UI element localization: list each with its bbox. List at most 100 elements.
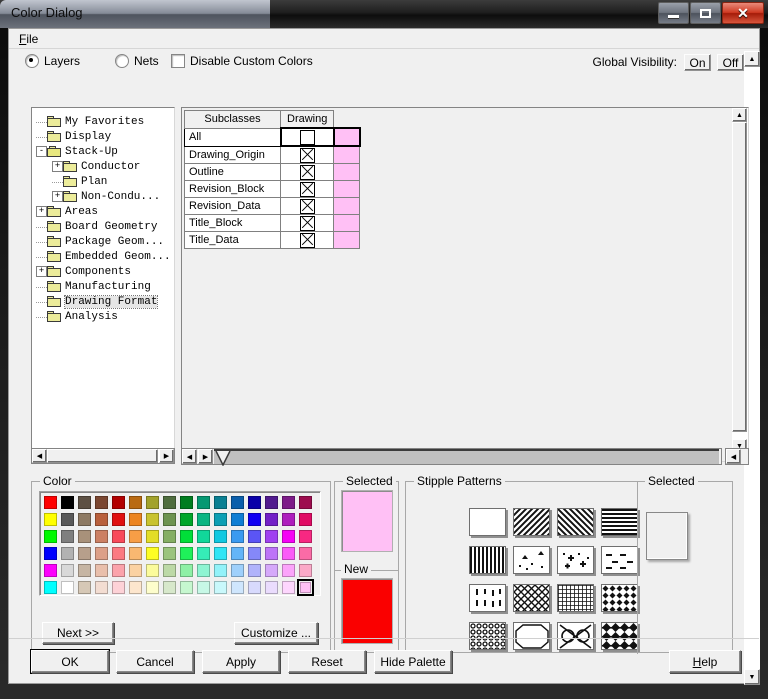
color-swatch-cell[interactable] — [334, 198, 360, 215]
stipple-horizontal-lines-icon[interactable] — [601, 508, 638, 536]
color-swatch-cell[interactable] — [334, 164, 360, 181]
palette-swatch[interactable] — [263, 562, 280, 579]
palette-swatch[interactable] — [161, 545, 178, 562]
palette-swatch[interactable] — [246, 511, 263, 528]
tree-scroll-right-arrow[interactable]: ▶ — [159, 449, 174, 463]
palette-swatch[interactable] — [246, 494, 263, 511]
stipple-diagonal-lines-left-icon[interactable] — [513, 508, 550, 536]
stipple-dashes-icon[interactable] — [601, 546, 638, 574]
palette-swatch[interactable] — [178, 545, 195, 562]
palette-swatch[interactable] — [263, 545, 280, 562]
tree-item-my-favorites[interactable]: My Favorites — [32, 114, 174, 129]
palette-swatch[interactable] — [178, 528, 195, 545]
palette-swatch[interactable] — [297, 579, 314, 596]
table-scroll-up-arrow[interactable]: ▲ — [732, 108, 747, 122]
palette-swatch[interactable] — [59, 528, 76, 545]
palette-swatch[interactable] — [195, 562, 212, 579]
radio-nets[interactable]: Nets — [115, 54, 159, 68]
color-palette[interactable] — [39, 491, 321, 596]
palette-swatch[interactable] — [178, 494, 195, 511]
palette-swatch[interactable] — [144, 528, 161, 545]
stipple-diagonal-lines-right-icon[interactable] — [557, 508, 594, 536]
tree-item-display[interactable]: Display — [32, 129, 174, 144]
palette-swatch[interactable] — [110, 494, 127, 511]
stipple-grid-mesh-icon[interactable] — [557, 584, 594, 612]
ok-button[interactable]: OK — [31, 650, 109, 673]
palette-swatch[interactable] — [127, 579, 144, 596]
checkbox-checked-icon[interactable] — [300, 216, 315, 231]
palette-swatch[interactable] — [229, 511, 246, 528]
palette-swatch[interactable] — [280, 528, 297, 545]
palette-swatch[interactable] — [229, 528, 246, 545]
tree-item-analysis[interactable]: Analysis — [32, 309, 174, 324]
palette-swatch[interactable] — [127, 545, 144, 562]
palette-swatch[interactable] — [246, 562, 263, 579]
visibility-checkbox-cell[interactable] — [281, 128, 334, 146]
tree-item-board-geometry[interactable]: Board Geometry — [32, 219, 174, 234]
palette-swatch[interactable] — [110, 528, 127, 545]
palette-swatch[interactable] — [42, 511, 59, 528]
palette-swatch[interactable] — [127, 528, 144, 545]
palette-swatch[interactable] — [246, 528, 263, 545]
table-scroll-right-arrow[interactable]: ▶ — [198, 449, 213, 464]
global-visibility-off-button[interactable]: Off — [717, 54, 744, 71]
palette-swatch[interactable] — [297, 545, 314, 562]
palette-swatch[interactable] — [212, 528, 229, 545]
palette-swatch[interactable] — [127, 562, 144, 579]
apply-button[interactable]: Apply — [202, 650, 280, 673]
layer-tree-panel[interactable]: My FavoritesDisplay-Stack-Up+ConductorPl… — [31, 107, 175, 462]
palette-swatch[interactable] — [263, 494, 280, 511]
stipple-crosshatch-fine-icon[interactable] — [513, 584, 550, 612]
palette-swatch[interactable] — [76, 579, 93, 596]
palette-swatch[interactable] — [297, 528, 314, 545]
table-scroll-split-thumb[interactable] — [214, 449, 719, 464]
palette-swatch[interactable] — [59, 511, 76, 528]
close-button[interactable]: ✕ — [722, 2, 764, 24]
palette-swatch[interactable] — [42, 579, 59, 596]
palette-swatch[interactable] — [76, 562, 93, 579]
expand-icon[interactable]: + — [52, 191, 63, 202]
palette-swatch[interactable] — [59, 494, 76, 511]
palette-swatch[interactable] — [263, 528, 280, 545]
palette-swatch[interactable] — [280, 511, 297, 528]
palette-swatch[interactable] — [76, 511, 93, 528]
palette-swatch[interactable] — [297, 562, 314, 579]
table-row[interactable]: Revision_Block — [185, 181, 360, 198]
palette-swatch[interactable] — [93, 494, 110, 511]
palette-swatch[interactable] — [195, 494, 212, 511]
palette-swatch[interactable] — [144, 562, 161, 579]
visibility-checkbox-cell[interactable] — [281, 198, 334, 215]
collapse-icon[interactable]: - — [36, 146, 47, 157]
palette-swatch[interactable] — [42, 528, 59, 545]
checkbox-checked-icon[interactable] — [300, 165, 315, 180]
expand-icon[interactable]: + — [36, 206, 47, 217]
table-row[interactable]: Revision_Data — [185, 198, 360, 215]
color-swatch-cell[interactable] — [334, 181, 360, 198]
palette-swatch[interactable] — [161, 528, 178, 545]
table-row[interactable]: Outline — [185, 164, 360, 181]
table-vertical-scrollbar[interactable]: ▲ ▼ — [732, 108, 748, 461]
table-row[interactable]: Title_Data — [185, 232, 360, 249]
tree-item-non-condu[interactable]: +Non-Condu... — [32, 189, 174, 204]
tree-item-manufacturing[interactable]: Manufacturing — [32, 279, 174, 294]
palette-swatch[interactable] — [93, 528, 110, 545]
stipple-triangles-dots-icon[interactable] — [513, 546, 550, 574]
palette-swatch[interactable] — [76, 545, 93, 562]
table-row[interactable]: All — [185, 128, 360, 146]
palette-swatch[interactable] — [144, 511, 161, 528]
color-swatch-cell[interactable] — [334, 128, 360, 146]
help-button[interactable]: Help — [669, 650, 741, 673]
palette-swatch[interactable] — [127, 511, 144, 528]
stipple-solid-blank-icon[interactable] — [469, 508, 506, 536]
checkbox-checked-icon[interactable] — [300, 148, 315, 163]
palette-swatch[interactable] — [42, 494, 59, 511]
cancel-button[interactable]: Cancel — [116, 650, 194, 673]
table-horizontal-scrollbar[interactable]: ◀ ▶ — [181, 448, 722, 465]
palette-swatch[interactable] — [195, 579, 212, 596]
visibility-checkbox-cell[interactable] — [281, 146, 334, 164]
checkbox-checked-icon[interactable] — [300, 199, 315, 214]
table-row[interactable]: Drawing_Origin — [185, 146, 360, 164]
tree-scroll-left-arrow[interactable]: ◀ — [32, 449, 47, 463]
palette-swatch[interactable] — [127, 494, 144, 511]
visibility-checkbox-cell[interactable] — [281, 232, 334, 249]
